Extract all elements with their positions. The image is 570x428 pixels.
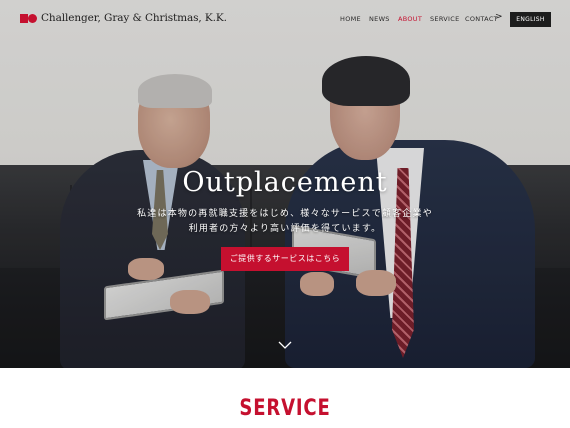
hero-description-line1: 私達は本物の再就職支援をはじめ、様々なサービスで顧客企業や xyxy=(137,209,433,219)
logo-icon[interactable] xyxy=(20,14,37,23)
nav-home[interactable]: HOME xyxy=(340,15,361,23)
english-button[interactable]: ENGLISH xyxy=(510,12,551,27)
nav-service[interactable]: SERVICE xyxy=(430,15,460,23)
hero-title: Outplacement xyxy=(182,167,388,198)
site-header: Challenger, Gray & Christmas, K.K. HOME … xyxy=(0,0,570,40)
nav-contact[interactable]: CONTACT xyxy=(465,15,498,23)
section-title: SERVICE xyxy=(239,396,331,421)
hero-description-line2: 利用者の方々より高い評価を得ています。 xyxy=(188,224,382,234)
chevron-down-icon[interactable] xyxy=(278,340,292,350)
chevron-right-icon[interactable]: > xyxy=(495,12,503,22)
nav-about[interactable]: ABOUT xyxy=(398,15,422,23)
company-name[interactable]: Challenger, Gray & Christmas, K.K. xyxy=(41,12,227,24)
nav-news[interactable]: NEWS xyxy=(369,15,390,23)
services-cta-button[interactable]: ご提供するサービスはこちら xyxy=(221,247,349,271)
